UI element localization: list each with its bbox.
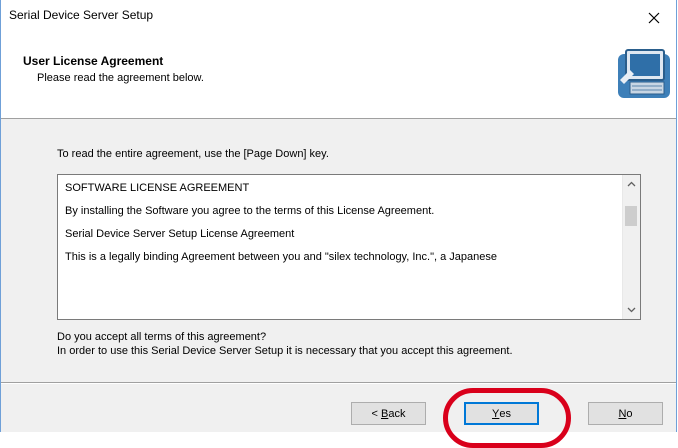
computer-setup-icon (618, 49, 670, 98)
chevron-up-icon (627, 181, 636, 187)
question-line-2: In order to use this Serial Device Serve… (57, 345, 513, 357)
license-text-box[interactable]: SOFTWARE LICENSE AGREEMENT By installing… (57, 174, 641, 320)
license-line: Serial Device Server Setup License Agree… (65, 228, 295, 240)
scroll-up-button[interactable] (623, 175, 640, 193)
chevron-down-icon (627, 307, 636, 313)
acceptance-question: Do you accept all terms of this agreemen… (57, 330, 513, 358)
back-button-label: ack (388, 407, 406, 420)
instruction-text: To read the entire agreement, use the [P… (57, 148, 329, 160)
window-title: Serial Device Server Setup (9, 8, 154, 22)
header-subtitle: Please read the agreement below. (37, 72, 204, 84)
footer-divider (1, 382, 676, 384)
yes-button[interactable]: Yes (464, 402, 539, 425)
no-button-label: o (626, 407, 633, 420)
scroll-down-button[interactable] (623, 301, 640, 319)
back-button-mnemonic: B (381, 407, 389, 420)
no-button[interactable]: No (588, 402, 663, 425)
back-button[interactable]: < Back (351, 402, 426, 425)
license-line: SOFTWARE LICENSE AGREEMENT (65, 182, 250, 194)
question-line-1: Do you accept all terms of this agreemen… (57, 331, 267, 343)
wizard-header: User License Agreement Please read the a… (1, 36, 676, 119)
close-icon (648, 12, 660, 24)
back-button-prefix: < (371, 407, 381, 420)
scroll-thumb[interactable] (625, 206, 637, 226)
vertical-scrollbar[interactable] (622, 175, 640, 319)
yes-button-mnemonic: Y (492, 407, 500, 420)
license-content: SOFTWARE LICENSE AGREEMENT By installing… (65, 181, 614, 273)
setup-window: Serial Device Server Setup User License … (0, 0, 677, 432)
yes-button-label: es (499, 407, 511, 420)
license-line: This is a legally binding Agreement betw… (65, 251, 497, 263)
license-line: By installing the Software you agree to … (65, 205, 435, 217)
close-button[interactable] (632, 0, 676, 36)
no-button-mnemonic: N (618, 407, 627, 420)
header-title: User License Agreement (23, 54, 164, 68)
title-bar: Serial Device Server Setup (1, 0, 676, 36)
